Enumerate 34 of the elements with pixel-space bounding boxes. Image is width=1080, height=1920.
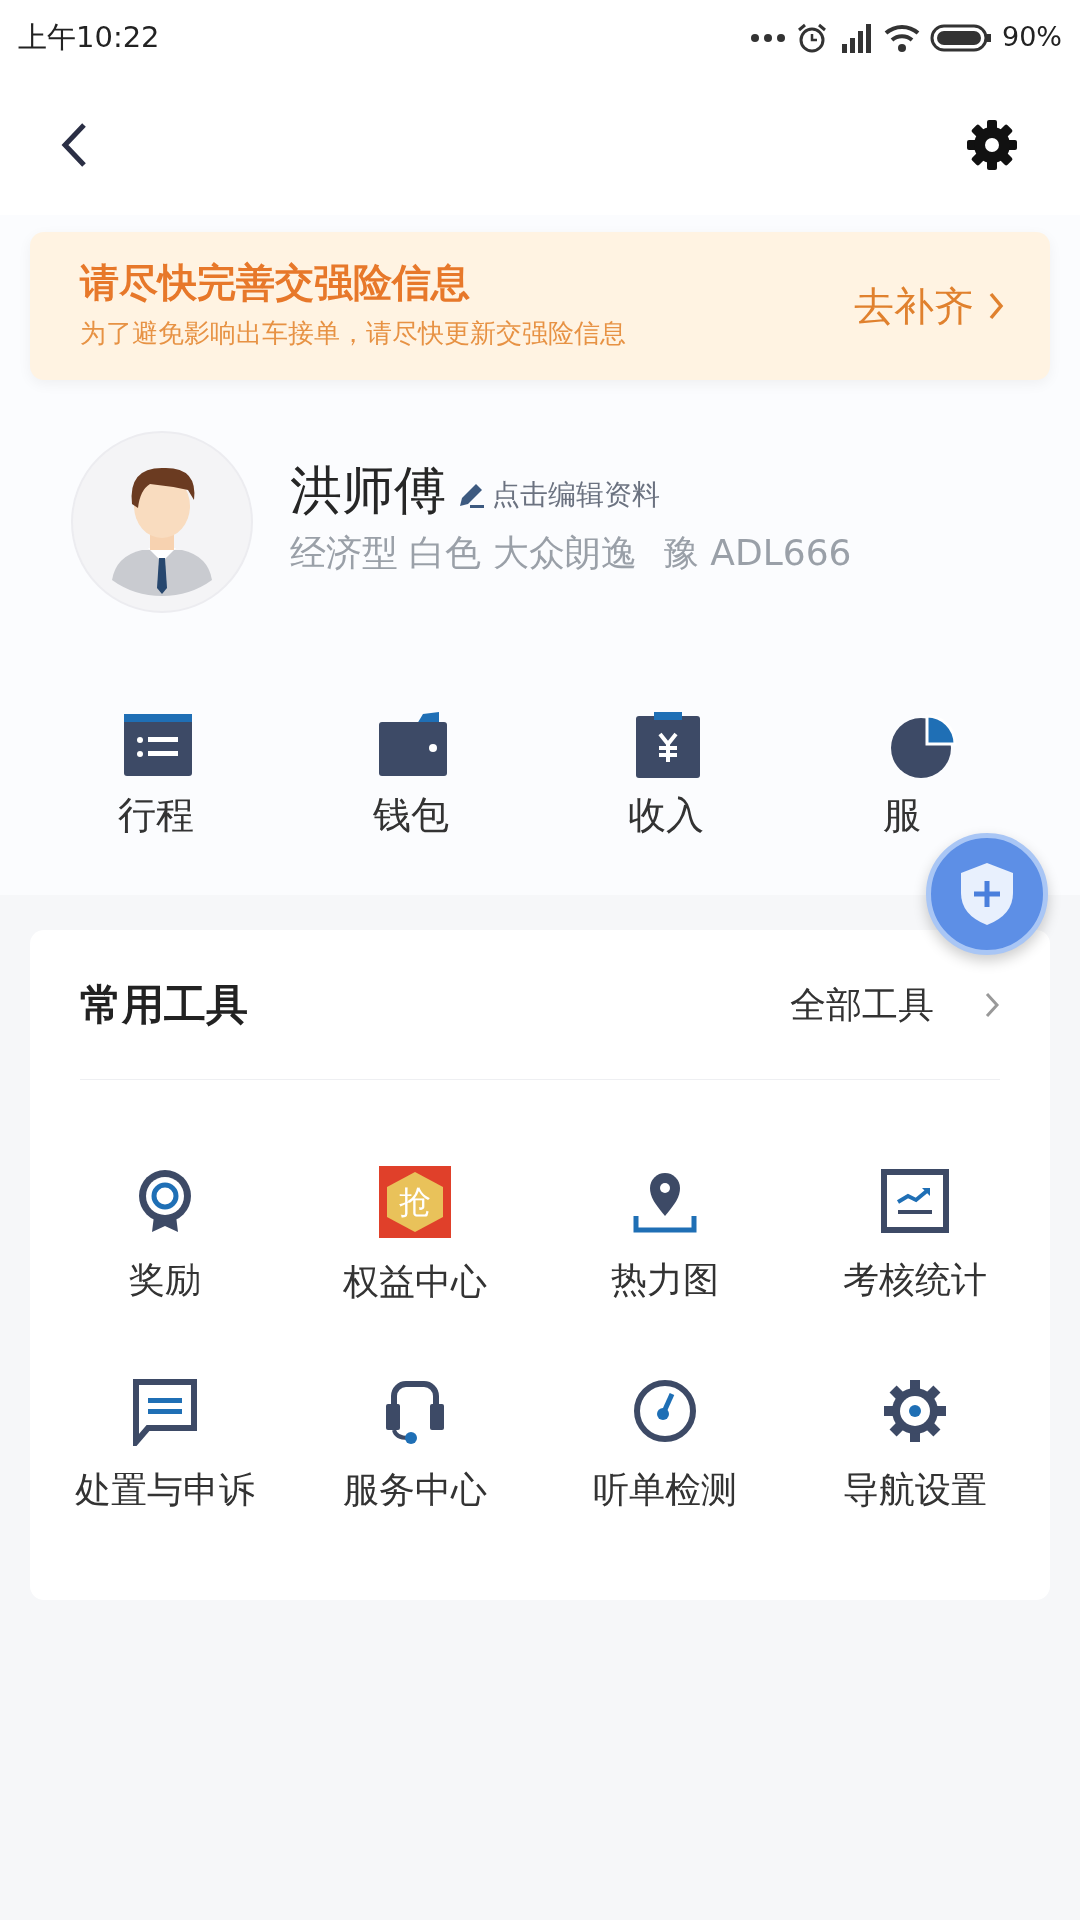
- status-time: 上午10:22: [18, 18, 160, 56]
- chevron-right-icon: [988, 291, 1004, 321]
- shortcut-item[interactable]: 收入: [627, 710, 708, 834]
- vehicle-info: 经济型 白色 大众朗逸: [290, 531, 637, 575]
- shortcut-item[interactable]: 服: [882, 710, 963, 834]
- section-title: 常用工具: [80, 979, 248, 1031]
- battery-percent: 90%: [1002, 20, 1062, 55]
- shortcut-item[interactable]: 行程: [117, 710, 198, 834]
- battery-icon: [930, 22, 992, 53]
- settings-button[interactable]: [964, 117, 1020, 173]
- tool-item[interactable]: 抢 权益中心: [290, 1166, 540, 1300]
- edit-profile-link[interactable]: 点击编辑资料: [456, 474, 660, 516]
- shortcut-item[interactable]: 钱包: [372, 710, 453, 834]
- more-dots-icon: [750, 32, 786, 43]
- tool-item[interactable]: 导航设置: [790, 1376, 1040, 1508]
- grab-badge-icon: 抢: [379, 1166, 451, 1238]
- chart-board-icon: [880, 1166, 950, 1236]
- tool-item[interactable]: 热力图: [540, 1166, 790, 1300]
- tool-item[interactable]: 听单检测: [540, 1376, 790, 1508]
- tool-item[interactable]: 服务中心: [290, 1376, 540, 1508]
- notice-title: 请尽快完善交强险信息: [80, 259, 471, 308]
- safety-fab[interactable]: [926, 833, 1048, 955]
- all-tools-link[interactable]: 全部工具: [790, 977, 1000, 1032]
- tool-item[interactable]: 考核统计: [790, 1166, 1040, 1300]
- notice-text: 为了避免影响出车接单，请尽快更新交强险信息: [80, 316, 626, 350]
- tool-item[interactable]: 奖励: [40, 1166, 290, 1300]
- avatar[interactable]: [70, 430, 254, 614]
- alarm-icon: [796, 21, 828, 54]
- chevron-right-icon: [984, 990, 1000, 1019]
- message-icon: [130, 1376, 200, 1446]
- wifi-icon: [884, 22, 920, 53]
- license-plate: 豫 ADL666: [662, 531, 852, 575]
- driver-name: 洪师傅: [290, 464, 446, 516]
- tool-item[interactable]: 处置与申诉: [40, 1376, 290, 1508]
